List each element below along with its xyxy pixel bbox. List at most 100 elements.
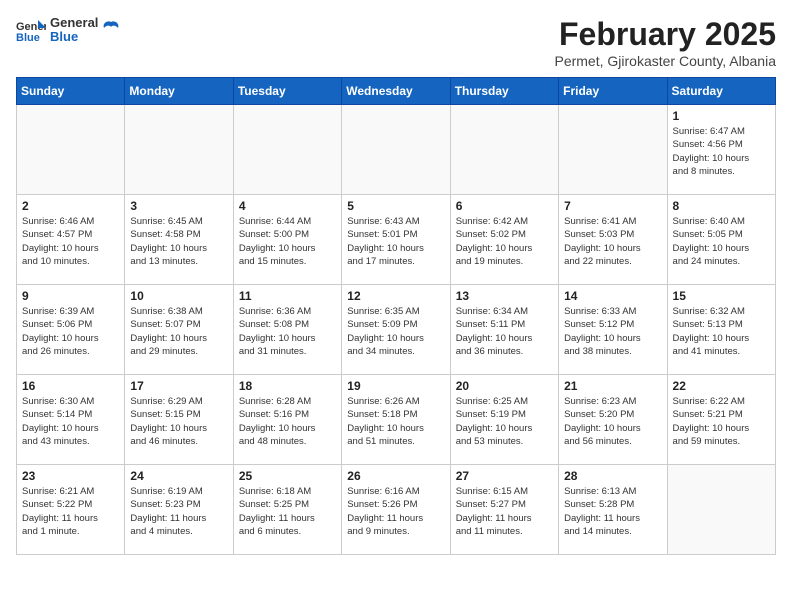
calendar-cell-w0-d5 bbox=[559, 105, 667, 195]
calendar-cell-w2-d2: 11 Sunrise: 6:36 AMSunset: 5:08 PMDayligh… bbox=[233, 285, 341, 375]
day-info: Sunrise: 6:16 AMSunset: 5:26 PMDaylight:… bbox=[347, 485, 444, 538]
day-number: 6 bbox=[456, 199, 553, 213]
day-number: 21 bbox=[564, 379, 661, 393]
calendar-cell-w4-d3: 26Sunrise: 6:16 AMSunset: 5:26 PMDayligh… bbox=[342, 465, 450, 555]
day-info: Sunrise: 6:22 AMSunset: 5:21 PMDaylight:… bbox=[673, 395, 770, 448]
day-number: 18 bbox=[239, 379, 336, 393]
day-number: 22 bbox=[673, 379, 770, 393]
svg-text:Blue: Blue bbox=[16, 32, 40, 42]
logo: General Blue General Blue bbox=[16, 16, 120, 45]
day-info: Sunrise: 6:40 AMSunset: 5:05 PMDaylight:… bbox=[673, 215, 770, 268]
calendar-cell-w4-d6 bbox=[667, 465, 775, 555]
calendar-cell-w3-d2: 18 Sunrise: 6:28 AMSunset: 5:16 PMDayligh… bbox=[233, 375, 341, 465]
calendar-cell-w4-d1: 24Sunrise: 6:19 AMSunset: 5:23 PMDayligh… bbox=[125, 465, 233, 555]
logo-blue: Blue bbox=[50, 30, 98, 44]
day-number: 3 bbox=[130, 199, 227, 213]
week-row-1: 2Sunrise: 6:46 AMSunset: 4:57 PMDaylight… bbox=[17, 195, 776, 285]
calendar-cell-w1-d3: 5Sunrise: 6:43 AMSunset: 5:01 PMDaylight… bbox=[342, 195, 450, 285]
day-info: Sunrise: 6:41 AMSunset: 5:03 PMDaylight:… bbox=[564, 215, 661, 268]
day-info: Sunrise: 6:35 AMSunset: 5:09 PMDaylight:… bbox=[347, 305, 444, 358]
page-header: General Blue General Blue February 2025 … bbox=[16, 16, 776, 69]
calendar-cell-w1-d0: 2Sunrise: 6:46 AMSunset: 4:57 PMDaylight… bbox=[17, 195, 125, 285]
day-info: Sunrise: 6:13 AMSunset: 5:28 PMDaylight:… bbox=[564, 485, 661, 538]
calendar-cell-w3-d4: 20 Sunrise: 6:25 AMSunset: 5:19 PMDayligh… bbox=[450, 375, 558, 465]
calendar-cell-w1-d2: 4Sunrise: 6:44 AMSunset: 5:00 PMDaylight… bbox=[233, 195, 341, 285]
header-tuesday: Tuesday bbox=[233, 78, 341, 105]
calendar-cell-w4-d4: 27 Sunrise: 6:15 AMSunset: 5:27 PMDayligh… bbox=[450, 465, 558, 555]
logo-bird-icon bbox=[102, 20, 120, 40]
week-row-2: 9 Sunrise: 6:39 AMSunset: 5:06 PMDaylight… bbox=[17, 285, 776, 375]
logo-icon: General Blue bbox=[16, 18, 46, 42]
calendar-cell-w0-d1 bbox=[125, 105, 233, 195]
calendar-cell-w1-d4: 6 Sunrise: 6:42 AMSunset: 5:02 PMDaylight… bbox=[450, 195, 558, 285]
header-monday: Monday bbox=[125, 78, 233, 105]
day-info: Sunrise: 6:34 AMSunset: 5:11 PMDaylight:… bbox=[456, 305, 553, 358]
calendar-cell-w1-d6: 8 Sunrise: 6:40 AMSunset: 5:05 PMDaylight… bbox=[667, 195, 775, 285]
day-info: Sunrise: 6:46 AMSunset: 4:57 PMDaylight:… bbox=[22, 215, 119, 268]
calendar-cell-w0-d0 bbox=[17, 105, 125, 195]
day-info: Sunrise: 6:44 AMSunset: 5:00 PMDaylight:… bbox=[239, 215, 336, 268]
day-number: 28 bbox=[564, 469, 661, 483]
calendar-cell-w0-d4 bbox=[450, 105, 558, 195]
day-number: 1 bbox=[673, 109, 770, 123]
calendar-cell-w0-d3 bbox=[342, 105, 450, 195]
calendar-cell-w3-d3: 19Sunrise: 6:26 AMSunset: 5:18 PMDayligh… bbox=[342, 375, 450, 465]
day-info: Sunrise: 6:42 AMSunset: 5:02 PMDaylight:… bbox=[456, 215, 553, 268]
header-row: Sunday Monday Tuesday Wednesday Thursday… bbox=[17, 78, 776, 105]
calendar-table: Sunday Monday Tuesday Wednesday Thursday… bbox=[16, 77, 776, 555]
title-section: February 2025 Permet, Gjirokaster County… bbox=[554, 16, 776, 69]
day-number: 9 bbox=[22, 289, 119, 303]
header-wednesday: Wednesday bbox=[342, 78, 450, 105]
calendar-cell-w4-d2: 25 Sunrise: 6:18 AMSunset: 5:25 PMDayligh… bbox=[233, 465, 341, 555]
day-number: 20 bbox=[456, 379, 553, 393]
day-info: Sunrise: 6:28 AMSunset: 5:16 PMDaylight:… bbox=[239, 395, 336, 448]
calendar-cell-w0-d6: 1Sunrise: 6:47 AMSunset: 4:56 PMDaylight… bbox=[667, 105, 775, 195]
calendar-cell-w1-d1: 3Sunrise: 6:45 AMSunset: 4:58 PMDaylight… bbox=[125, 195, 233, 285]
week-row-4: 23 Sunrise: 6:21 AMSunset: 5:22 PMDayligh… bbox=[17, 465, 776, 555]
calendar-title: February 2025 bbox=[554, 16, 776, 53]
day-number: 27 bbox=[456, 469, 553, 483]
day-info: Sunrise: 6:21 AMSunset: 5:22 PMDaylight:… bbox=[22, 485, 119, 538]
calendar-cell-w2-d6: 15 Sunrise: 6:32 AMSunset: 5:13 PMDayligh… bbox=[667, 285, 775, 375]
calendar-cell-w2-d3: 12 Sunrise: 6:35 AMSunset: 5:09 PMDayligh… bbox=[342, 285, 450, 375]
calendar-cell-w3-d1: 17 Sunrise: 6:29 AMSunset: 5:15 PMDayligh… bbox=[125, 375, 233, 465]
week-row-0: 1Sunrise: 6:47 AMSunset: 4:56 PMDaylight… bbox=[17, 105, 776, 195]
day-number: 14 bbox=[564, 289, 661, 303]
day-number: 8 bbox=[673, 199, 770, 213]
day-number: 5 bbox=[347, 199, 444, 213]
calendar-cell-w2-d4: 13 Sunrise: 6:34 AMSunset: 5:11 PMDayligh… bbox=[450, 285, 558, 375]
calendar-cell-w3-d0: 16 Sunrise: 6:30 AMSunset: 5:14 PMDayligh… bbox=[17, 375, 125, 465]
day-number: 23 bbox=[22, 469, 119, 483]
day-info: Sunrise: 6:15 AMSunset: 5:27 PMDaylight:… bbox=[456, 485, 553, 538]
header-sunday: Sunday bbox=[17, 78, 125, 105]
calendar-cell-w3-d6: 22 Sunrise: 6:22 AMSunset: 5:21 PMDayligh… bbox=[667, 375, 775, 465]
day-info: Sunrise: 6:18 AMSunset: 5:25 PMDaylight:… bbox=[239, 485, 336, 538]
day-number: 17 bbox=[130, 379, 227, 393]
day-number: 13 bbox=[456, 289, 553, 303]
day-info: Sunrise: 6:39 AMSunset: 5:06 PMDaylight:… bbox=[22, 305, 119, 358]
calendar-cell-w2-d1: 10Sunrise: 6:38 AMSunset: 5:07 PMDayligh… bbox=[125, 285, 233, 375]
day-number: 11 bbox=[239, 289, 336, 303]
day-info: Sunrise: 6:29 AMSunset: 5:15 PMDaylight:… bbox=[130, 395, 227, 448]
header-thursday: Thursday bbox=[450, 78, 558, 105]
day-number: 15 bbox=[673, 289, 770, 303]
calendar-cell-w0-d2 bbox=[233, 105, 341, 195]
day-info: Sunrise: 6:30 AMSunset: 5:14 PMDaylight:… bbox=[22, 395, 119, 448]
day-info: Sunrise: 6:32 AMSunset: 5:13 PMDaylight:… bbox=[673, 305, 770, 358]
day-number: 7 bbox=[564, 199, 661, 213]
day-info: Sunrise: 6:33 AMSunset: 5:12 PMDaylight:… bbox=[564, 305, 661, 358]
calendar-subtitle: Permet, Gjirokaster County, Albania bbox=[554, 53, 776, 69]
calendar-cell-w4-d0: 23 Sunrise: 6:21 AMSunset: 5:22 PMDayligh… bbox=[17, 465, 125, 555]
day-info: Sunrise: 6:36 AMSunset: 5:08 PMDaylight:… bbox=[239, 305, 336, 358]
logo-general: General bbox=[50, 16, 98, 30]
day-number: 25 bbox=[239, 469, 336, 483]
day-info: Sunrise: 6:25 AMSunset: 5:19 PMDaylight:… bbox=[456, 395, 553, 448]
day-number: 12 bbox=[347, 289, 444, 303]
calendar-cell-w1-d5: 7 Sunrise: 6:41 AMSunset: 5:03 PMDaylight… bbox=[559, 195, 667, 285]
day-number: 16 bbox=[22, 379, 119, 393]
header-friday: Friday bbox=[559, 78, 667, 105]
header-saturday: Saturday bbox=[667, 78, 775, 105]
week-row-3: 16 Sunrise: 6:30 AMSunset: 5:14 PMDayligh… bbox=[17, 375, 776, 465]
day-number: 10 bbox=[130, 289, 227, 303]
day-number: 24 bbox=[130, 469, 227, 483]
